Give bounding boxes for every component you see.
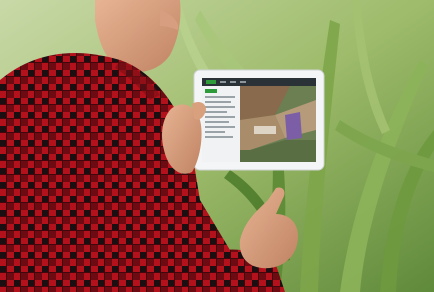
map-popup [254, 126, 276, 134]
side-panel-button [205, 89, 217, 93]
app-header [202, 78, 316, 86]
photo-illustration [0, 0, 434, 292]
field-map [240, 86, 316, 162]
app-logo [206, 80, 216, 84]
photo-scene [0, 0, 434, 292]
tablet [193, 69, 325, 171]
